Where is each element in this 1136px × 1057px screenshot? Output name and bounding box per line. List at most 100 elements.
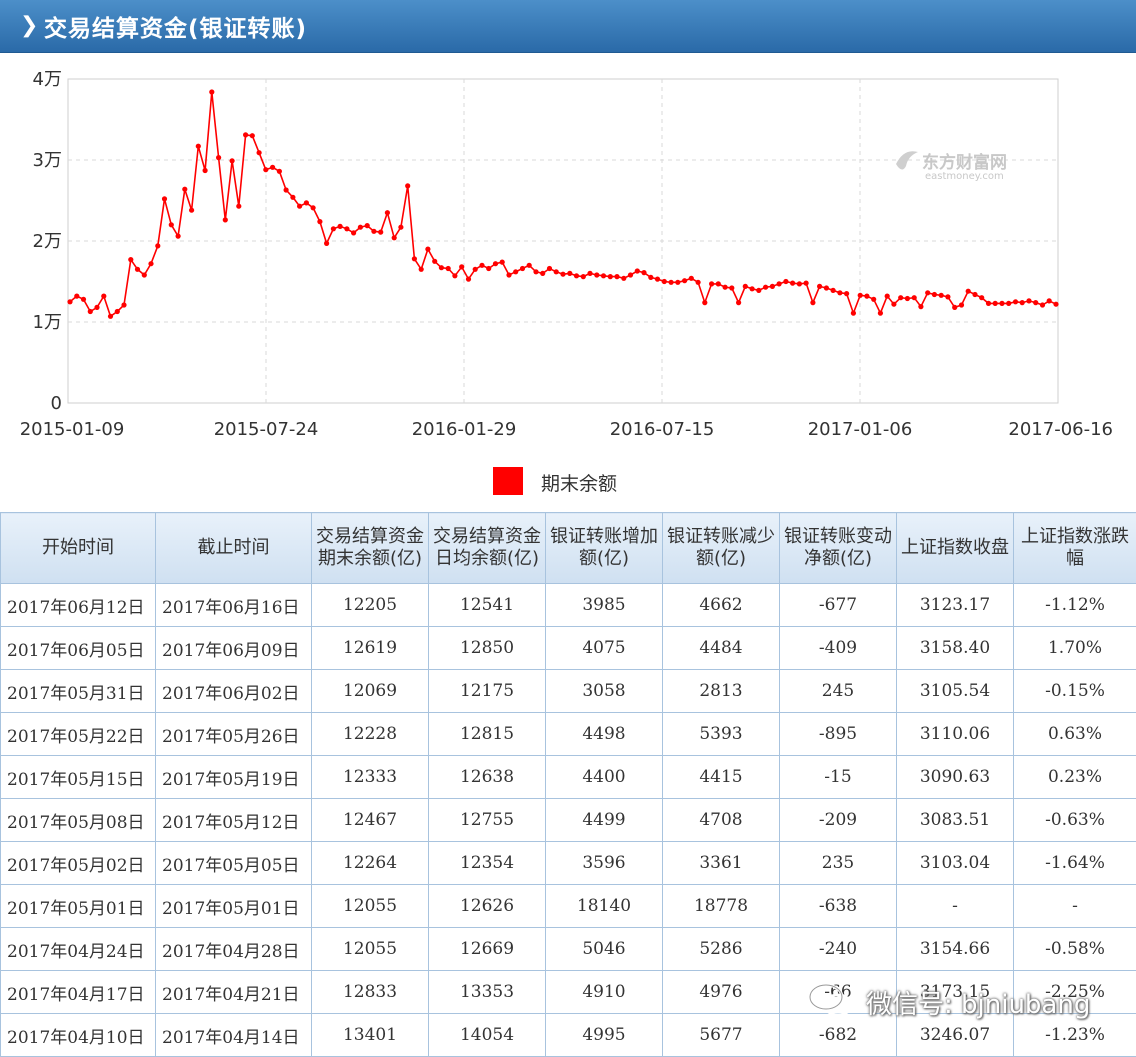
data-point <box>567 271 572 276</box>
data-point <box>885 294 890 299</box>
data-point <box>587 271 592 276</box>
x-tick-label: 2016-07-15 <box>610 419 715 440</box>
data-point <box>189 208 194 213</box>
y-tick-label: 3万 <box>33 150 62 171</box>
table-row: 2017年05月31日2017年06月02日120691217530582813… <box>1 670 1136 713</box>
column-header: 截止时间 <box>156 513 312 584</box>
table-cell: 12205 <box>312 584 429 627</box>
table-cell: 5286 <box>663 928 780 971</box>
data-point <box>851 311 856 316</box>
y-tick-label: 4万 <box>33 69 62 90</box>
svg-text:东方财富网: 东方财富网 <box>922 152 1007 173</box>
table-cell: 245 <box>780 670 897 713</box>
column-header: 开始时间 <box>1 513 156 584</box>
data-point <box>689 276 694 281</box>
table-cell: 3083.51 <box>897 799 1014 842</box>
table-cell: 18140 <box>546 885 663 928</box>
table-cell: 4995 <box>546 1014 663 1057</box>
table-cell: 2017年06月12日 <box>1 584 156 627</box>
data-point <box>392 235 397 240</box>
table-cell: 12175 <box>429 670 546 713</box>
table-cell: 2017年06月16日 <box>156 584 312 627</box>
table-cell: 13401 <box>312 1014 429 1057</box>
column-header: 交易结算资金期末余额(亿) <box>312 513 429 584</box>
data-point <box>790 281 795 286</box>
data-point <box>203 168 208 173</box>
section-title: 交易结算资金(银证转账) <box>44 9 307 43</box>
data-point <box>756 288 761 293</box>
table-row: 2017年05月01日2017年05月01日120551262618140187… <box>1 885 1136 928</box>
data-point <box>817 284 822 289</box>
data-point <box>945 294 950 299</box>
y-axis-ticks: 01万2万3万4万 <box>33 69 62 414</box>
data-point <box>918 304 923 309</box>
data-point <box>770 284 775 289</box>
table-cell: 2017年05月02日 <box>1 842 156 885</box>
data-point <box>702 300 707 305</box>
table-cell: 2017年05月08日 <box>1 799 156 842</box>
table-cell: 12467 <box>312 799 429 842</box>
table-cell: 2017年05月01日 <box>1 885 156 928</box>
data-point <box>351 230 356 235</box>
chart-legend[interactable]: 期末余额 <box>493 467 617 495</box>
table-cell: 4976 <box>663 971 780 1014</box>
table-cell: -895 <box>780 713 897 756</box>
data-point <box>419 267 424 272</box>
table-cell: 12638 <box>429 756 546 799</box>
data-point <box>209 89 214 94</box>
data-point <box>257 150 262 155</box>
data-point <box>1020 300 1025 305</box>
data-point <box>547 266 552 271</box>
table-cell: 12669 <box>429 928 546 971</box>
column-header: 交易结算资金日均余额(亿) <box>429 513 546 584</box>
table-cell: 3596 <box>546 842 663 885</box>
data-point <box>560 272 565 277</box>
data-point <box>311 205 316 210</box>
data-point <box>581 274 586 279</box>
data-point <box>1013 299 1018 304</box>
data-point <box>67 299 72 304</box>
table-cell: 2017年05月12日 <box>156 799 312 842</box>
table-cell: 2813 <box>663 670 780 713</box>
table-cell: -240 <box>780 928 897 971</box>
table-row: 2017年05月15日2017年05月19日123331263844004415… <box>1 756 1136 799</box>
data-point <box>540 271 545 276</box>
data-point <box>621 276 626 281</box>
fund-data-table: 开始时间截止时间交易结算资金期末余额(亿)交易结算资金日均余额(亿)银证转账增加… <box>0 512 1136 1057</box>
x-tick-label: 2016-01-29 <box>412 419 517 440</box>
data-point <box>473 267 478 272</box>
data-point <box>148 261 153 266</box>
table-cell: -15 <box>780 756 897 799</box>
x-axis-ticks: 2015-01-092015-07-242016-01-292016-07-15… <box>20 419 1113 440</box>
data-point <box>405 183 410 188</box>
table-cell: -1.12% <box>1014 584 1136 627</box>
table-cell: 12833 <box>312 971 429 1014</box>
data-point <box>831 288 836 293</box>
table-cell: 12069 <box>312 670 429 713</box>
data-point <box>520 266 525 271</box>
data-point <box>94 305 99 310</box>
wechat-watermark: 微信号: bjniubang <box>808 980 1108 1020</box>
y-tick-label: 2万 <box>33 231 62 252</box>
table-cell: 2017年05月26日 <box>156 713 312 756</box>
data-point <box>270 165 275 170</box>
table-cell: 3058 <box>546 670 663 713</box>
data-point <box>385 210 390 215</box>
x-tick-label: 2017-06-16 <box>1008 419 1113 440</box>
table-cell: 2017年05月31日 <box>1 670 156 713</box>
table-cell: -209 <box>780 799 897 842</box>
data-point <box>432 259 437 264</box>
data-point <box>669 280 674 285</box>
wechat-icon <box>808 982 854 1018</box>
table-row: 2017年04月24日2017年04月28日120551266950465286… <box>1 928 1136 971</box>
data-point <box>878 311 883 316</box>
table-cell: 3985 <box>546 584 663 627</box>
data-point <box>506 272 511 277</box>
data-point <box>108 314 113 319</box>
table-cell: 0.23% <box>1014 756 1136 799</box>
table-cell: 3090.63 <box>897 756 1014 799</box>
column-header: 银证转账减少额(亿) <box>663 513 780 584</box>
data-point <box>459 264 464 269</box>
table-cell: 18778 <box>663 885 780 928</box>
data-point <box>479 263 484 268</box>
